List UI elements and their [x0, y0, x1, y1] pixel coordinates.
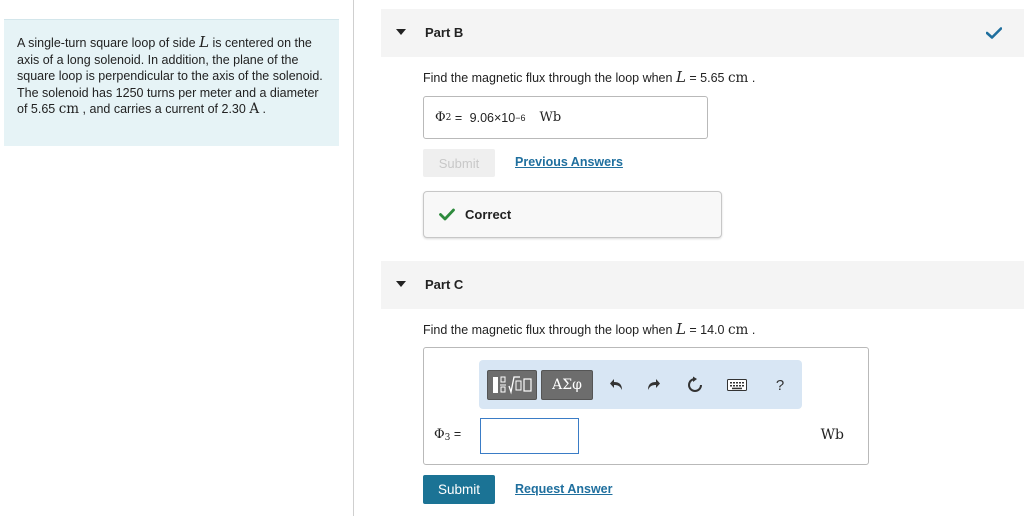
- feedback-text: Correct: [465, 207, 512, 222]
- collapse-caret-icon[interactable]: [396, 281, 406, 287]
- reset-icon[interactable]: [684, 374, 706, 396]
- problem-text-1: A single-turn square loop of side: [17, 36, 200, 50]
- phi3-label: Φ3 =: [434, 427, 461, 443]
- fraction-sqrt-templates-icon[interactable]: [487, 370, 537, 400]
- problem-unit-A: A: [249, 101, 260, 117]
- math-toolbar: ΑΣφ ?: [479, 360, 802, 409]
- part-c-question: Find the magnetic flux through the loop …: [423, 320, 755, 338]
- correct-feedback: Correct: [423, 191, 722, 238]
- undo-icon[interactable]: [606, 374, 628, 396]
- answer-unit: Wb: [539, 110, 562, 125]
- previous-answers-link[interactable]: Previous Answers: [515, 155, 623, 169]
- part-c-answer-area: ΑΣφ ? Φ3 = Wb: [423, 347, 869, 465]
- part-c-header[interactable]: Part C: [381, 261, 1024, 309]
- request-answer-link[interactable]: Request Answer: [515, 482, 612, 496]
- question-text: Find the magnetic flux through the loop …: [423, 71, 676, 85]
- answer-exponent: −6: [515, 112, 526, 123]
- problem-var-L: L: [199, 33, 210, 51]
- part-b-header[interactable]: Part B: [381, 9, 1024, 57]
- question-text: Find the magnetic flux through the loop …: [423, 323, 676, 337]
- redo-icon[interactable]: [642, 374, 664, 396]
- greek-symbols-button[interactable]: ΑΣφ: [541, 370, 593, 400]
- question-unit: cm: [727, 322, 749, 338]
- question-value: = 5.65: [685, 71, 728, 85]
- problem-text-4: .: [259, 102, 267, 116]
- part-b-submit-button: Submit: [423, 149, 495, 177]
- keyboard-icon[interactable]: [726, 374, 748, 396]
- problem-text-3: , and carries a current of 2.30: [79, 102, 250, 116]
- collapse-caret-icon[interactable]: [396, 29, 406, 35]
- completed-check-icon: [986, 27, 1002, 39]
- question-end: .: [748, 323, 756, 337]
- question-value: = 14.0: [685, 323, 728, 337]
- phi3-answer-input[interactable]: [480, 418, 579, 454]
- column-divider: [353, 0, 354, 516]
- question-unit: cm: [727, 70, 749, 86]
- answer-mantissa: 9.06×10: [469, 110, 516, 125]
- equals-sign: =: [451, 110, 466, 125]
- problem-unit-cm: cm: [58, 101, 80, 117]
- correct-check-icon: [439, 208, 455, 221]
- help-button[interactable]: ?: [769, 374, 791, 396]
- equals-sign: =: [450, 427, 462, 441]
- phi-symbol: Φ: [435, 110, 446, 125]
- problem-statement: A single-turn square loop of side L is c…: [4, 19, 339, 146]
- question-var: L: [675, 320, 686, 338]
- part-c-title: Part C: [425, 277, 464, 292]
- question-end: .: [748, 71, 756, 85]
- part-b-question: Find the magnetic flux through the loop …: [423, 68, 755, 86]
- phi-symbol: Φ: [434, 427, 445, 442]
- question-var: L: [675, 68, 686, 86]
- phi3-unit: Wb: [820, 427, 844, 443]
- part-b-title: Part B: [425, 25, 464, 40]
- part-b-answer-box: Φ2 = 9.06×10 −6 Wb: [423, 96, 708, 139]
- part-c-submit-button[interactable]: Submit: [423, 475, 495, 504]
